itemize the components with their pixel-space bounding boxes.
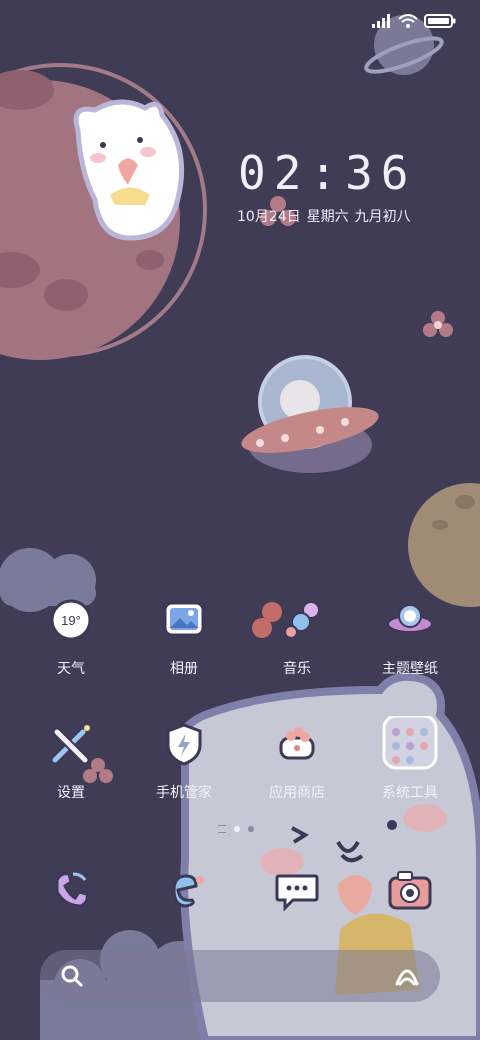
weather-temperature: 19° <box>61 613 81 628</box>
phone-manager-icon <box>166 723 202 766</box>
search-bar[interactable] <box>40 950 440 1002</box>
lunar-date-text: 九月初八 <box>354 209 411 225</box>
dock-camera[interactable] <box>355 862 465 918</box>
app-label: 手机管家 <box>156 785 212 801</box>
wifi-icon <box>398 14 418 28</box>
dock-browser[interactable] <box>129 862 239 918</box>
home-screen: 02:36 10月24日 星期六 九月初八 19° 天气 相册 音乐 主题壁纸 … <box>0 0 480 1040</box>
phone-icon <box>55 872 89 908</box>
settings-icon <box>50 725 90 765</box>
system-tools-folder-icon <box>382 714 438 770</box>
app-label: 设置 <box>57 785 85 801</box>
battery-icon <box>424 14 456 28</box>
app-label: 主题壁纸 <box>382 661 438 677</box>
messages-icon <box>275 874 319 912</box>
music-icon <box>284 601 320 639</box>
page-dot-active <box>234 826 240 832</box>
clock-widget[interactable]: 02:36 <box>238 148 418 198</box>
page-indicator[interactable] <box>218 825 254 833</box>
weekday-text: 星期六 <box>306 209 349 225</box>
browser-icon <box>172 874 204 908</box>
app-label: 系统工具 <box>382 785 438 801</box>
theme-wallpaper-icon <box>387 604 433 633</box>
page-dot <box>248 826 254 832</box>
assistant-icon[interactable] <box>394 964 420 988</box>
app-label: 应用商店 <box>269 785 325 801</box>
app-theme-wallpaper[interactable]: 主题壁纸 <box>355 592 465 678</box>
signal-bars-icon <box>372 14 390 28</box>
camera-icon <box>388 871 432 910</box>
app-system-tools[interactable]: 系统工具 <box>355 714 465 802</box>
status-bar <box>372 10 456 32</box>
app-gallery[interactable]: 相册 <box>129 592 239 678</box>
search-icon[interactable] <box>60 964 84 988</box>
ufo-bear-illustration <box>241 355 379 473</box>
clock-time: 02:36 <box>238 146 417 200</box>
app-store-icon <box>279 727 315 760</box>
app-music[interactable]: 音乐 <box>242 592 352 678</box>
date-line[interactable]: 10月24日 星期六 九月初八 <box>237 206 417 226</box>
gallery-icon <box>163 601 205 637</box>
dock-phone[interactable] <box>16 862 126 918</box>
app-label: 相册 <box>170 661 198 677</box>
weather-icon: 19° <box>50 599 92 641</box>
date-text: 10月24日 <box>237 209 301 225</box>
app-phone-manager[interactable]: 手机管家 <box>129 716 239 802</box>
page-indicator-menu <box>218 825 226 833</box>
app-settings[interactable]: 设置 <box>16 716 126 802</box>
brown-planet-illustration <box>408 483 480 607</box>
app-label: 音乐 <box>283 661 311 677</box>
app-app-store[interactable]: 应用商店 <box>242 716 352 802</box>
app-weather[interactable]: 19° 天气 <box>16 592 126 678</box>
dock-messages[interactable] <box>242 862 352 918</box>
app-label: 天气 <box>57 661 85 677</box>
